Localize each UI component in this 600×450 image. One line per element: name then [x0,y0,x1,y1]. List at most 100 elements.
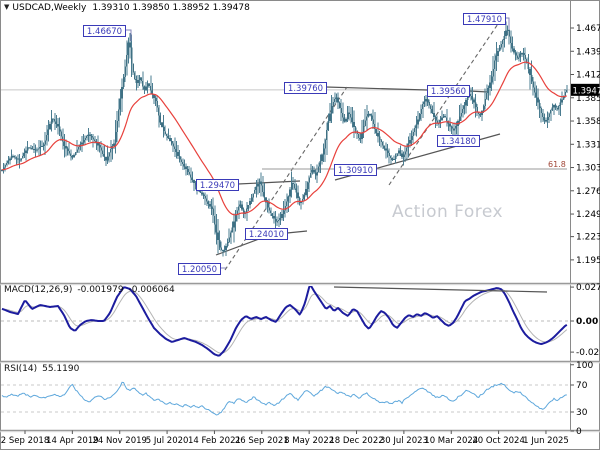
price-annotation[interactable]: 1.29470 [196,179,239,192]
candle-body [540,107,542,113]
candle-body [524,55,526,59]
date-label: 26 Sep 2021 [235,436,289,446]
candle-body [566,89,568,92]
price-annotation[interactable]: 1.46670 [83,25,132,42]
candle-body [247,205,250,209]
candle-body [538,102,541,108]
candle-body [497,51,499,56]
candle-body [118,109,120,121]
candle-body [46,134,48,141]
candle-body [6,162,8,166]
axis-label: 100 [576,361,593,371]
candle-body [494,60,496,69]
candle-body [233,221,235,228]
trendline[interactable] [237,180,301,185]
candle-body [234,215,237,222]
macd-value: -0.001979 [77,285,124,295]
candle-body [49,123,51,130]
candle-body [420,109,422,115]
annotation-text: 1.24010 [249,230,284,240]
axis-label: 70 [576,381,588,391]
candle-body [364,120,366,127]
candle-body [150,86,152,91]
candle-body [76,149,78,153]
candle-body [542,112,544,118]
candle-body [110,149,112,153]
date-label: 8 May 2022 [284,436,334,446]
price-annotation[interactable]: 1.34180 [437,135,480,148]
candle-body [274,218,277,222]
price-annotation[interactable]: 1.39760 [284,82,327,95]
candle-body [305,188,307,195]
candle-body [311,169,314,173]
candle-body [482,105,485,111]
candle-body [4,165,6,168]
annotation-text: 1.30910 [338,166,373,176]
candle-body [564,91,566,96]
candle-body [225,246,227,251]
candle-body [318,166,320,172]
candle-body [484,99,486,106]
candle-body [294,184,296,189]
candle-body [22,155,24,159]
trendline[interactable] [286,230,308,234]
candle-body [54,118,56,122]
candle-body [433,112,435,117]
candle-body [402,154,405,158]
candle-body [78,147,80,150]
candle-body [263,191,266,198]
candle-body [20,158,22,161]
candle-body [519,53,522,58]
candle-body [401,153,403,158]
axis-label: 1.33110 [576,140,600,150]
candle-body [113,143,115,147]
candle-body [92,137,94,140]
candle-body [239,204,242,207]
candle-body [87,134,90,136]
symbol-dropdown-icon[interactable]: ▼ [4,3,9,11]
date-label: 14 Apr 2019 [46,436,99,446]
candle-body [422,104,424,109]
candle-body [425,99,427,102]
candle-body [426,99,429,103]
price-annotation[interactable]: 1.47910 [463,13,510,30]
candle-body [135,78,138,83]
candle-body [105,157,107,161]
candle-body [308,177,310,183]
candle-body [210,206,213,209]
candle-body [183,164,186,167]
candle-body [460,112,462,117]
candle-body [254,189,256,194]
candle-body [81,142,83,145]
price-annotation[interactable]: 1.39560 [427,85,470,98]
price-annotation[interactable]: 1.20050 [178,263,227,276]
candle-body [177,152,179,156]
candle-body [470,93,472,97]
candle-body [382,142,384,146]
candle-body [490,76,493,83]
candle-body [86,135,88,138]
candle-body [330,106,333,114]
price-annotation[interactable]: 1.24010 [245,228,288,241]
candle-body [430,105,432,110]
candle-body [310,172,312,178]
chart-canvas[interactable]: 1.46670 1.47910 1.39760 1.39560 1.34180 1.309… [0,0,600,450]
candle-body [137,80,139,83]
candle-body [250,197,253,202]
candle-body [97,143,99,146]
candle-body [55,121,58,124]
rsi-label: RSI(14) [4,364,38,374]
candle-body [84,138,86,141]
candle-body [476,107,478,112]
candle-body [506,29,509,31]
candle-body [462,109,464,113]
macd-trendline[interactable] [333,286,548,293]
candle-body [390,155,392,159]
fib-618-label: 61.8 [548,160,566,169]
candle-body [174,146,176,150]
candle-body [474,102,477,108]
candle-body [148,83,150,87]
price-annotation[interactable]: 1.30910 [334,164,377,177]
candle-body [500,43,502,48]
macd-header: MACD(12,26,9) -0.001979 -0.006064 [4,285,180,295]
